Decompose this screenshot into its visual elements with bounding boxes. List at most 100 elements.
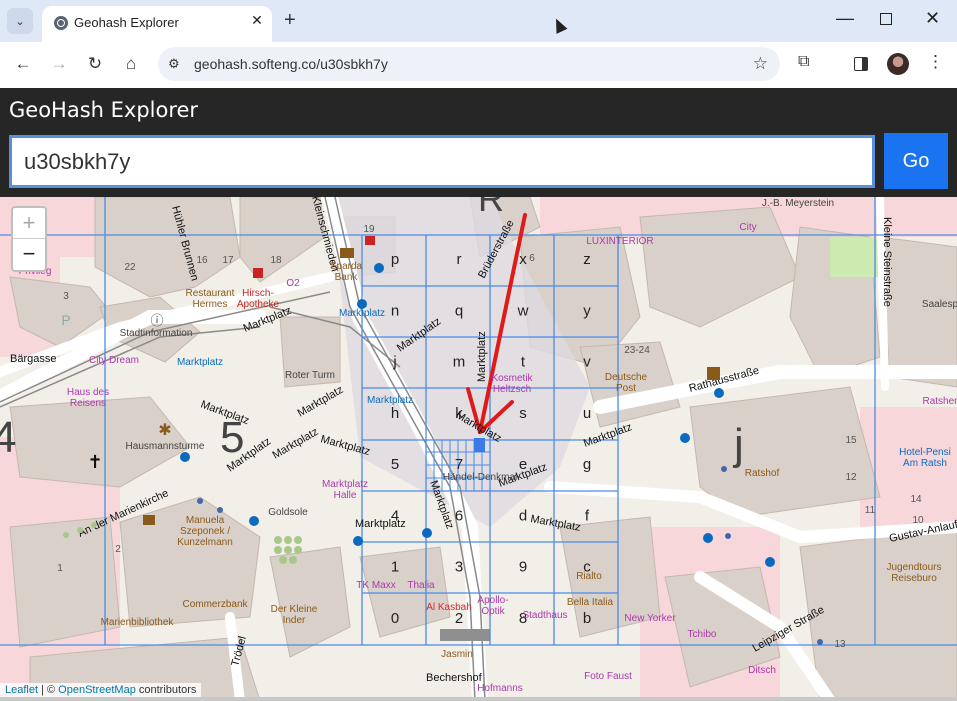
minimize-icon[interactable]: — bbox=[836, 8, 854, 29]
site-info-icon[interactable]: ⚙ bbox=[168, 56, 180, 72]
plus-icon[interactable]: + bbox=[284, 9, 296, 32]
svg-text:Marktplatz: Marktplatz bbox=[296, 384, 346, 420]
svg-text:Szeponek /: Szeponek / bbox=[180, 526, 230, 537]
reload-icon[interactable]: ↻ bbox=[84, 54, 106, 74]
svg-text:Heltzsch: Heltzsch bbox=[493, 384, 531, 395]
svg-text:Tchibo: Tchibo bbox=[688, 629, 717, 640]
geohash-cell-label-z: z bbox=[583, 251, 591, 268]
forward-icon[interactable]: → bbox=[48, 54, 70, 74]
address-bar[interactable]: ⚙ geohash.softeng.co/u30sbkh7y ☆ bbox=[158, 47, 780, 81]
geohash-cell-label-6: 6 bbox=[455, 507, 463, 524]
svg-text:Ditsch: Ditsch bbox=[748, 665, 776, 676]
star-icon[interactable]: ☆ bbox=[753, 54, 768, 74]
window-close-icon[interactable]: ✕ bbox=[925, 8, 940, 29]
svg-text:Foto Faust: Foto Faust bbox=[584, 671, 632, 682]
svg-text:Marktplatz: Marktplatz bbox=[339, 308, 385, 319]
zoom-out-button[interactable]: − bbox=[13, 239, 45, 269]
svg-text:Marktplatz: Marktplatz bbox=[529, 513, 581, 534]
zoom-control: + − bbox=[11, 206, 47, 272]
geohash-cell-label-g: g bbox=[583, 456, 591, 473]
svg-text:R: R bbox=[478, 197, 504, 219]
map[interactable]: 5 j 4 R prxznqwyjmtvhksu57eg46df139c028b… bbox=[0, 197, 957, 701]
svg-text:1: 1 bbox=[57, 563, 63, 574]
svg-text:Halle: Halle bbox=[334, 490, 357, 501]
url-text[interactable]: geohash.softeng.co/u30sbkh7y bbox=[194, 56, 388, 72]
tram-stop bbox=[440, 629, 490, 641]
geohash-cell-label-b: b bbox=[583, 610, 591, 627]
svg-text:Manuela: Manuela bbox=[186, 515, 225, 526]
svg-text:6: 6 bbox=[529, 253, 535, 264]
geohash-cell-label-h: h bbox=[391, 405, 399, 422]
svg-text:Marktplatz: Marktplatz bbox=[367, 395, 413, 406]
svg-text:City: City bbox=[739, 222, 756, 233]
svg-text:Hirsch-: Hirsch- bbox=[242, 288, 274, 299]
svg-text:Jasmin: Jasmin bbox=[441, 649, 473, 660]
svg-text:LUXINTERIOR: LUXINTERIOR bbox=[586, 236, 653, 247]
svg-text:Hofmanns: Hofmanns bbox=[477, 683, 523, 694]
svg-text:Hermes: Hermes bbox=[192, 299, 227, 310]
geohash-cell-label-j: j bbox=[392, 354, 396, 371]
svg-text:3: 3 bbox=[63, 291, 69, 302]
svg-text:Kosmetik: Kosmetik bbox=[491, 373, 533, 384]
svg-text:Inder: Inder bbox=[283, 615, 306, 626]
svg-text:Roter Turm: Roter Turm bbox=[285, 370, 335, 381]
extensions-icon[interactable]: ⧉ bbox=[798, 53, 809, 71]
selected-geohash-marker[interactable] bbox=[474, 438, 485, 452]
svg-text:Kunzelmann: Kunzelmann bbox=[177, 537, 233, 548]
geohash-cell-label-x: x bbox=[519, 251, 527, 268]
maximize-icon[interactable] bbox=[880, 13, 892, 25]
map-canvas[interactable]: 5 j 4 R p r x zn q w yj m t vh k s u5 7 e g4 6 d f1 3 9 c0 2 8 b… bbox=[0, 197, 957, 701]
geohash-cell-label-1: 1 bbox=[391, 559, 399, 576]
geohash-cell-label-y: y bbox=[583, 302, 591, 319]
svg-text:14: 14 bbox=[910, 494, 922, 505]
svg-text:Reisens: Reisens bbox=[70, 398, 106, 409]
svg-text:Marktplatz: Marktplatz bbox=[271, 426, 321, 462]
svg-text:19: 19 bbox=[363, 224, 375, 235]
svg-text:J.-B. Meyerstein: J.-B. Meyerstein bbox=[762, 198, 834, 209]
svg-text:Marienbibliothek: Marienbibliothek bbox=[101, 617, 175, 628]
home-icon[interactable]: ⌂ bbox=[120, 54, 142, 74]
menu-icon[interactable]: ⋮ bbox=[927, 52, 944, 72]
svg-text:Jugendtours: Jugendtours bbox=[886, 562, 941, 573]
svg-text:Marktplatz: Marktplatz bbox=[355, 518, 406, 530]
avatar[interactable] bbox=[887, 53, 909, 75]
map-attribution: Leaflet | © OpenStreetMap contributors bbox=[0, 683, 202, 697]
browser-tab-bar: ⌄ Geohash Explorer ✕ + — ✕ bbox=[0, 0, 957, 42]
side-panel-icon[interactable] bbox=[854, 57, 868, 71]
mouse-cursor-icon bbox=[550, 16, 568, 34]
go-button[interactable]: Go bbox=[884, 133, 948, 189]
back-icon[interactable]: ← bbox=[12, 54, 34, 74]
tab-search-icon[interactable]: ⌄ bbox=[7, 8, 33, 34]
svg-text:17: 17 bbox=[222, 255, 234, 266]
svg-text:16: 16 bbox=[196, 255, 208, 266]
svg-text:Ratshof: Ratshof bbox=[745, 468, 780, 479]
svg-text:ⓘ: ⓘ bbox=[150, 313, 163, 328]
svg-text:4: 4 bbox=[0, 413, 16, 462]
geohash-input[interactable] bbox=[9, 135, 875, 188]
browser-toolbar: ← → ↻ ⌂ ⚙ geohash.softeng.co/u30sbkh7y ☆… bbox=[0, 42, 957, 88]
svg-text:12: 12 bbox=[845, 472, 857, 483]
svg-text:Sparda: Sparda bbox=[330, 261, 363, 272]
openstreetmap-link[interactable]: OpenStreetMap bbox=[58, 684, 136, 696]
svg-text:✝: ✝ bbox=[87, 452, 102, 472]
svg-text:Hausmannsturme: Hausmannsturme bbox=[126, 441, 205, 452]
horizontal-scrollbar[interactable] bbox=[0, 697, 957, 701]
browser-tab[interactable]: Geohash Explorer ✕ bbox=[42, 6, 272, 42]
leaflet-link[interactable]: Leaflet bbox=[5, 684, 38, 696]
geohash-cell-label-d: d bbox=[519, 507, 527, 524]
attribution-contributors: contributors bbox=[135, 684, 197, 696]
close-icon[interactable]: ✕ bbox=[248, 12, 266, 29]
svg-text:Saalesp: Saalesp bbox=[922, 299, 957, 310]
svg-text:City Dream: City Dream bbox=[89, 355, 139, 366]
svg-text:Apollo-: Apollo- bbox=[477, 595, 508, 606]
svg-text:New Yorker: New Yorker bbox=[624, 613, 676, 624]
geohash-cell-label-u: u bbox=[583, 405, 591, 422]
geohash-cell-label-v: v bbox=[583, 354, 591, 371]
svg-text:Thalia: Thalia bbox=[407, 580, 435, 591]
svg-text:Der Kleine: Der Kleine bbox=[271, 604, 318, 615]
zoom-in-button[interactable]: + bbox=[13, 208, 45, 239]
svg-text:Stadthaus: Stadthaus bbox=[522, 610, 567, 621]
svg-text:Al Kasbah: Al Kasbah bbox=[426, 602, 472, 613]
svg-text:Deutsche: Deutsche bbox=[605, 372, 648, 383]
tab-title: Geohash Explorer bbox=[74, 15, 179, 30]
